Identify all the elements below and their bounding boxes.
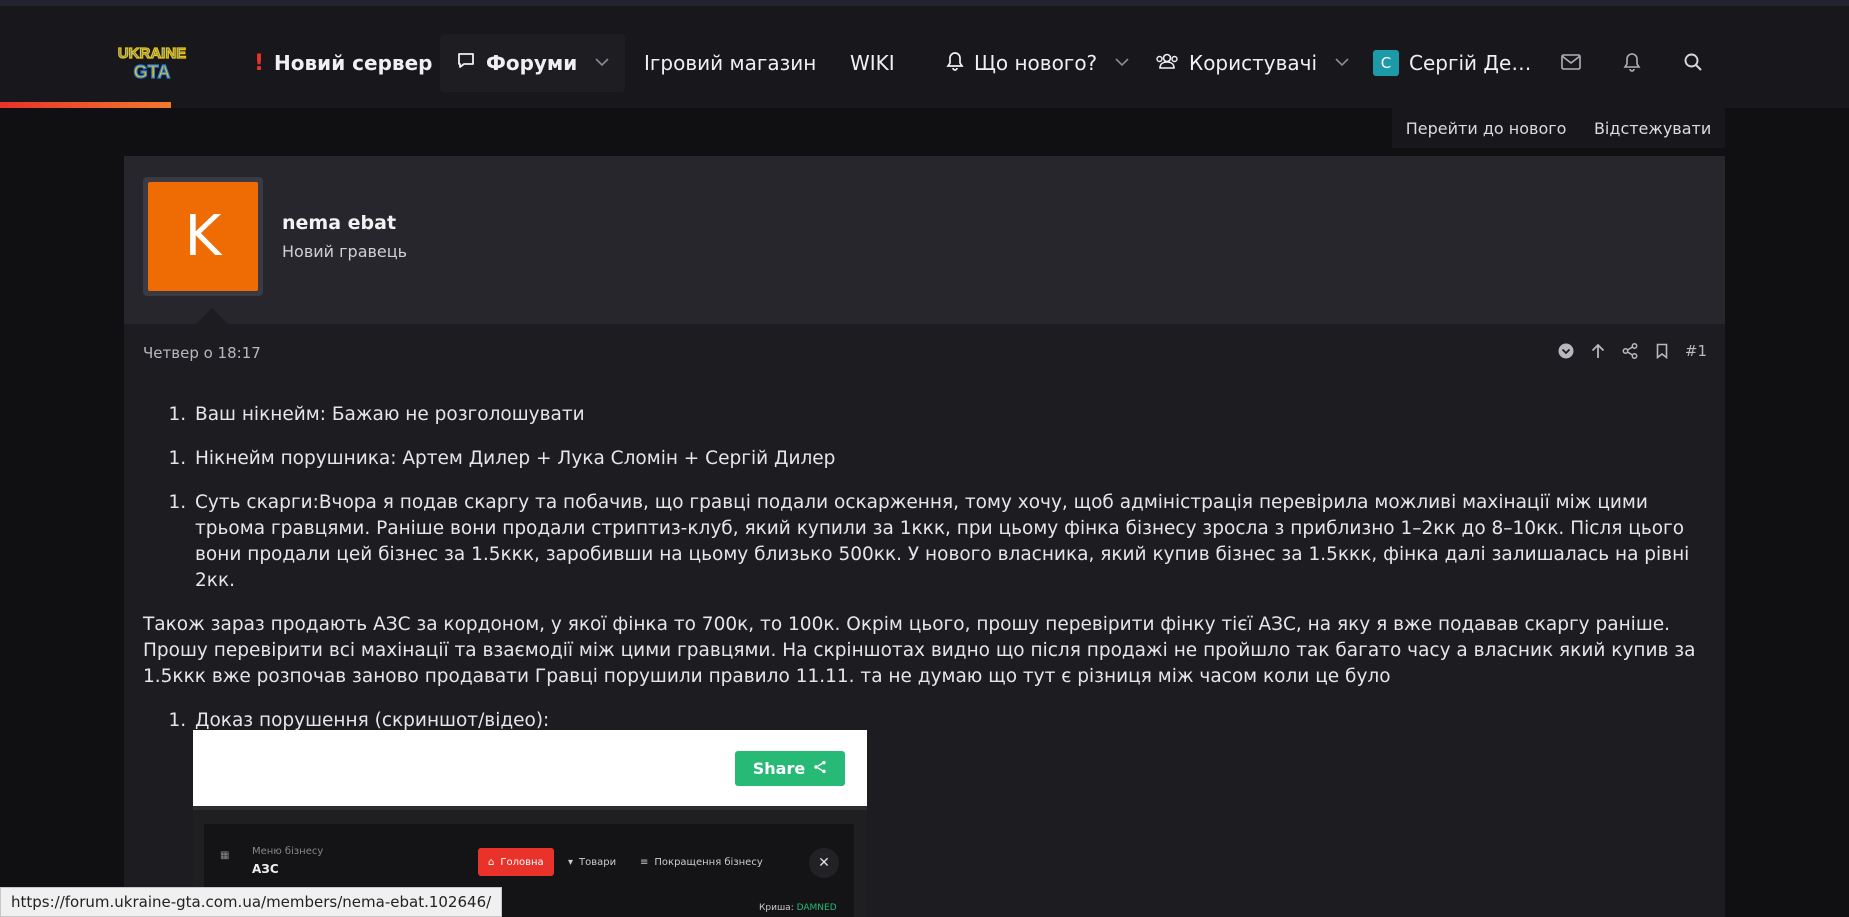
game-tab-upgrade: ≡ Покращення бізнесу bbox=[630, 848, 773, 876]
game-tab-upgrade-label: Покращення бізнесу bbox=[654, 856, 763, 868]
thread-actions: Перейти до нового Відстежувати bbox=[1392, 108, 1725, 148]
nav-wiki-label: WIKI bbox=[850, 51, 895, 75]
nav-account[interactable]: С Сергій Де… bbox=[1373, 34, 1531, 92]
nav-shop[interactable]: Ігровий магазин bbox=[644, 34, 816, 92]
business-menu-label: Меню бізнесу bbox=[252, 846, 324, 857]
roof-status: Криша: DAMNED bbox=[759, 903, 837, 913]
game-tab-main: ⌂ Головна bbox=[478, 848, 554, 876]
share-button[interactable]: Share bbox=[735, 751, 845, 786]
check-circle-icon[interactable] bbox=[1557, 342, 1575, 360]
roof-value: DAMNED bbox=[796, 903, 837, 913]
nav-account-label: Сергій Де… bbox=[1409, 51, 1532, 75]
chevron-down-icon[interactable] bbox=[1335, 55, 1349, 71]
users-icon bbox=[1155, 51, 1179, 76]
avatar[interactable]: K bbox=[143, 177, 263, 296]
username[interactable]: nema ebat bbox=[282, 212, 396, 234]
nav-new-server-label: Новий сервер bbox=[274, 51, 433, 75]
list-item: Суть скарги:Вчора я подав скаргу та поба… bbox=[192, 490, 1713, 594]
site-logo[interactable]: UKRAINE GTA bbox=[114, 38, 190, 86]
exclamation-icon: ! bbox=[254, 50, 265, 76]
basket-icon: ▾ bbox=[568, 856, 574, 868]
status-url: https://forum.ukraine-gta.com.ua/members… bbox=[0, 887, 503, 917]
building-icon: ▦ bbox=[220, 850, 230, 861]
user-title: Новий гравець bbox=[282, 242, 408, 261]
user-avatar: С bbox=[1373, 50, 1399, 76]
bell-icon bbox=[946, 51, 964, 76]
bell-icon[interactable] bbox=[1618, 48, 1646, 76]
arrow-up-icon[interactable] bbox=[1589, 342, 1607, 360]
business-menu-title: АЗС bbox=[252, 862, 279, 876]
post-body: Ваш нікнейм: Бажаю не розголошувати Нікн… bbox=[143, 402, 1713, 752]
post-user-header: K nema ebat Новий гравець bbox=[124, 156, 1725, 324]
post-number[interactable]: #1 bbox=[1685, 342, 1707, 360]
avatar-letter: K bbox=[148, 182, 258, 291]
search-icon[interactable] bbox=[1679, 48, 1707, 76]
nav-whats-new-label: Що нового? bbox=[974, 51, 1098, 75]
page-progress-bar bbox=[0, 102, 171, 108]
header-pointer bbox=[196, 308, 228, 324]
game-tab-goods: ▾ Товари bbox=[558, 848, 626, 876]
share-icon[interactable] bbox=[1621, 342, 1639, 360]
list-item-essence: Суть скарги:Вчора я подав скаргу та поба… bbox=[143, 490, 1713, 594]
share-button-label: Share bbox=[752, 759, 806, 778]
game-tab-main-label: Головна bbox=[500, 856, 544, 868]
roof-label: Криша: bbox=[759, 903, 794, 913]
chevron-down-icon[interactable] bbox=[595, 55, 609, 71]
nav-wiki[interactable]: WIKI bbox=[850, 34, 895, 92]
upgrade-icon: ≡ bbox=[640, 856, 649, 868]
logo-word-bottom: GTA bbox=[134, 62, 171, 82]
logo-word-top: UKRAINE bbox=[118, 45, 186, 62]
post-tools: #1 bbox=[1557, 342, 1707, 360]
nav-forums-label: Форуми bbox=[486, 51, 578, 75]
nav-forums[interactable]: Форуми bbox=[440, 34, 626, 92]
nav-shop-label: Ігровий магазин bbox=[644, 51, 817, 75]
watch-link[interactable]: Відстежувати bbox=[1594, 119, 1711, 138]
post-paragraph: Також зараз продають АЗС за кордоном, у … bbox=[143, 614, 1696, 687]
list-item: Нікнейм порушника: Артем Дилер + Лука Сл… bbox=[192, 446, 1713, 472]
post-date[interactable]: Четвер о 18:17 bbox=[143, 344, 261, 362]
list-item: Ваш нікнейм: Бажаю не розголошувати bbox=[192, 402, 1713, 428]
list-item-violator: Нікнейм порушника: Артем Дилер + Лука Сл… bbox=[143, 446, 1713, 472]
nav-whats-new[interactable]: Що нового? bbox=[946, 34, 1129, 92]
list-item-nickname: Ваш нікнейм: Бажаю не розголошувати bbox=[143, 402, 1713, 428]
post: K nema ebat Новий гравець Четвер о 18:17… bbox=[124, 156, 1725, 917]
top-navigation: UKRAINE GTA ! Новий сервер Форуми Ігрови… bbox=[0, 0, 1849, 108]
share-icon bbox=[813, 759, 827, 778]
nav-users-label: Користувачі bbox=[1189, 51, 1318, 75]
nav-users[interactable]: Користувачі bbox=[1155, 34, 1349, 92]
nav-new-server[interactable]: ! Новий сервер bbox=[254, 34, 432, 92]
goto-new-link[interactable]: Перейти до нового bbox=[1406, 119, 1567, 138]
close-icon: ✕ bbox=[809, 848, 839, 878]
game-tab-goods-label: Товари bbox=[579, 856, 617, 868]
chat-bubble-icon bbox=[456, 51, 476, 76]
home-icon: ⌂ bbox=[488, 856, 495, 868]
envelope-icon[interactable] bbox=[1557, 48, 1585, 76]
chevron-down-icon[interactable] bbox=[1115, 55, 1129, 71]
bookmark-icon[interactable] bbox=[1653, 342, 1671, 360]
